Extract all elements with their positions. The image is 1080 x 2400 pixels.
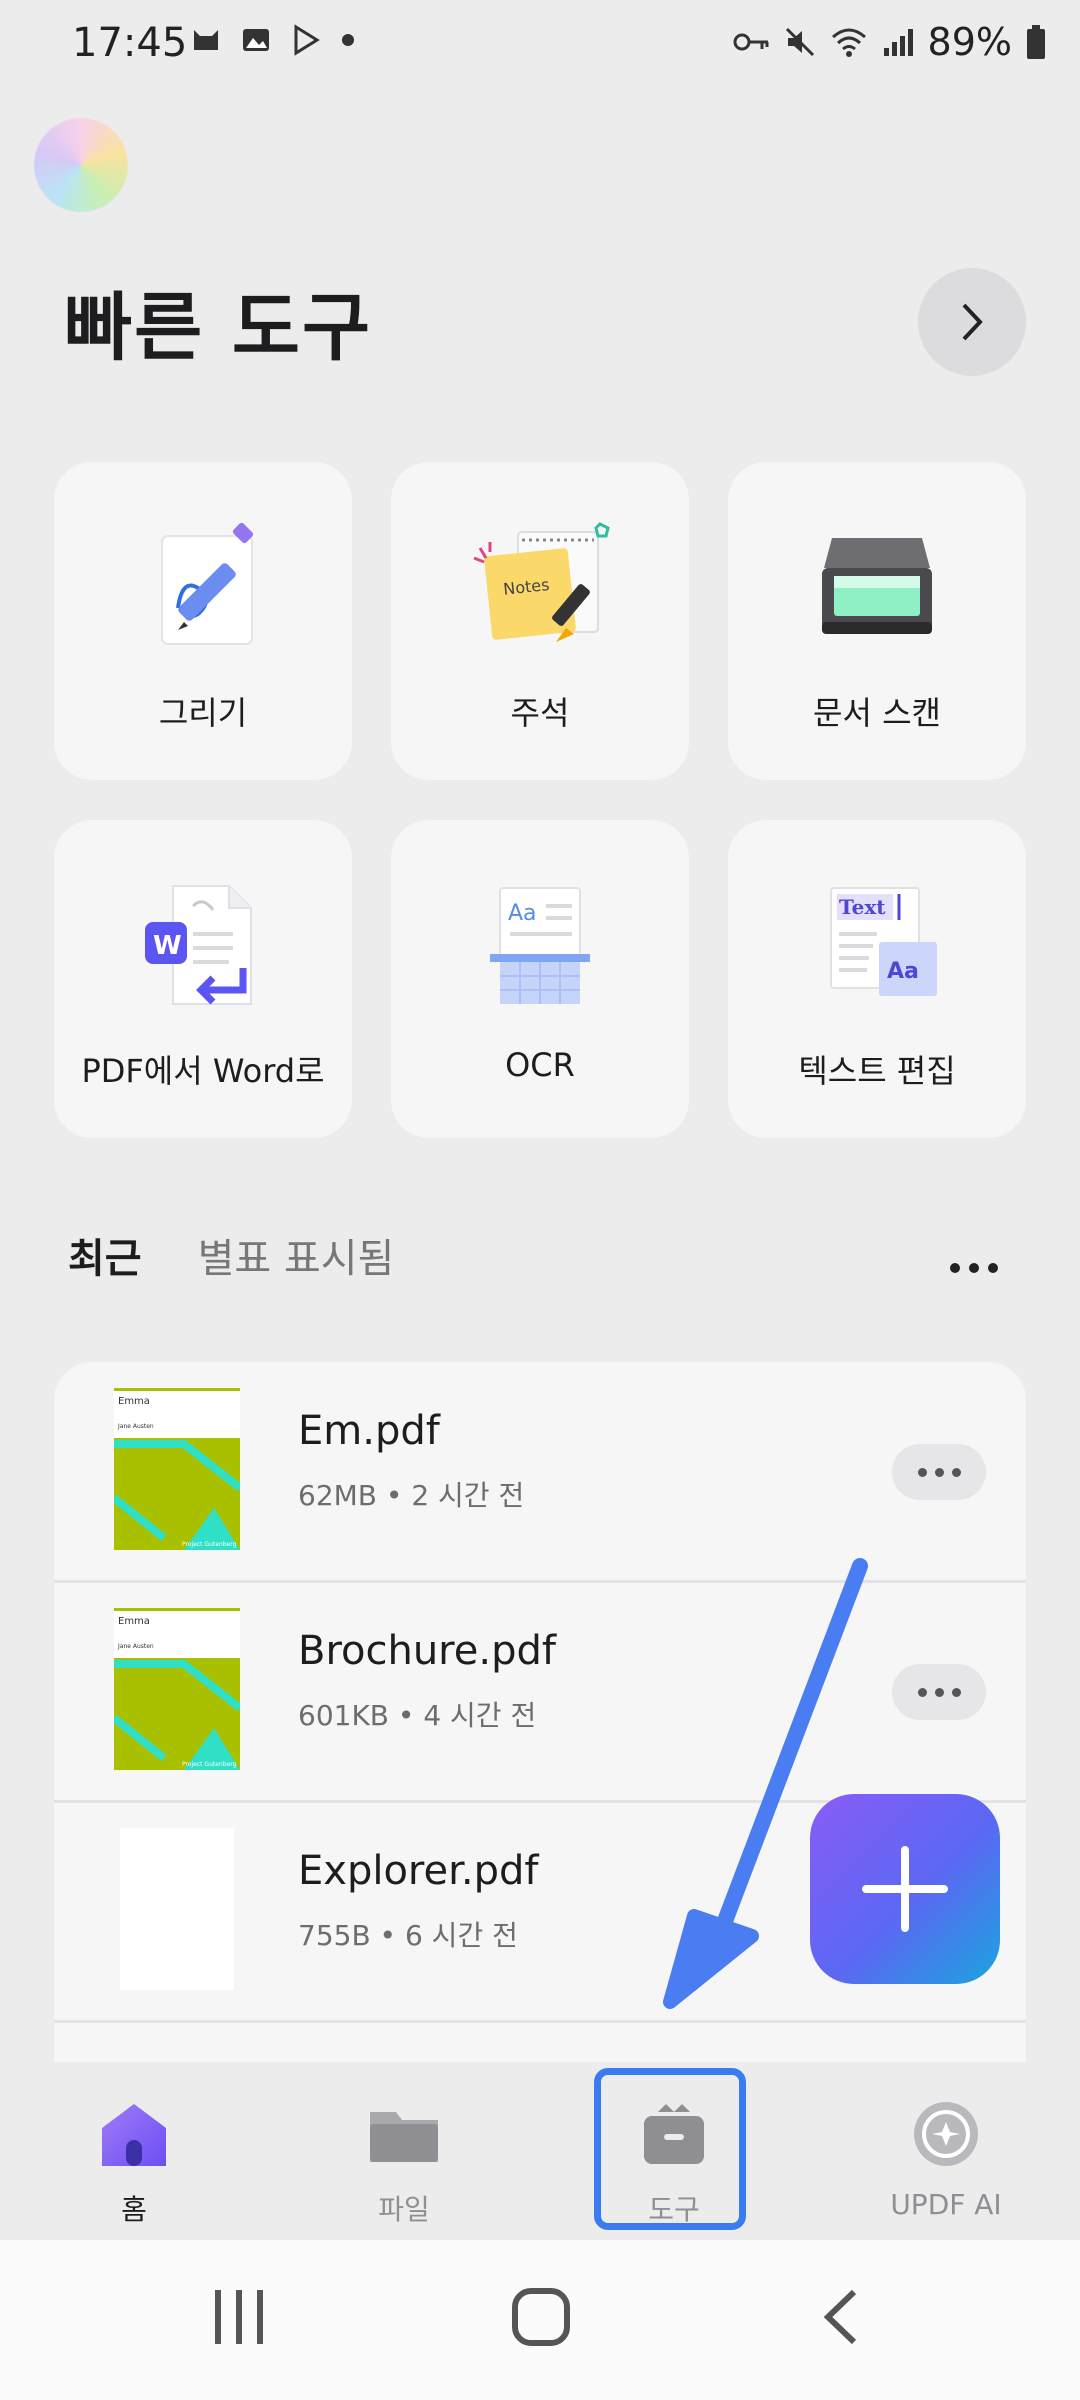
draw-icon (54, 518, 352, 648)
chevron-right-icon (962, 303, 983, 341)
tab-starred[interactable]: 별표 표시됨 (198, 1226, 395, 1284)
file-thumbnail: Emma Jane Austen Project Gutenberg (114, 1608, 240, 1770)
file-meta: 62MB • 2 시간 전 (298, 1479, 525, 1512)
gallery-icon (243, 29, 269, 51)
back-icon[interactable] (818, 2286, 862, 2348)
dot-icon (917, 1467, 927, 1477)
nav-label-home: 홈 (121, 2193, 147, 2226)
dot-icon (951, 1687, 961, 1697)
file-row[interactable]: Emma Jane Austen Project Gutenberg Em.pd… (54, 1362, 1026, 1583)
more-horizontal-icon (950, 1263, 998, 1273)
dot-icon (934, 1467, 944, 1477)
scanner-icon (728, 518, 1026, 648)
thumb-title: Emma (118, 1396, 150, 1407)
battery-percentage: 89% (927, 20, 1012, 64)
recent-apps-icon[interactable] (212, 2286, 266, 2348)
tool-card-ocr[interactable]: Aa OCR (391, 820, 689, 1138)
wifi-icon (831, 28, 866, 57)
file-thumbnail: Emma Jane Austen Project Gutenberg (114, 1388, 240, 1550)
tool-label-pdf-to-word: PDF에서 Word로 (81, 1052, 325, 1090)
cat-icon (194, 30, 218, 50)
add-fab-button[interactable] (810, 1794, 1000, 1984)
tool-card-pdf-to-word[interactable]: W PDF에서 Word로 (54, 820, 352, 1138)
recent-tabs: 최근 별표 표시됨 (68, 1226, 394, 1284)
file-name: Explorer.pdf (298, 1848, 539, 1894)
system-navigation-bar (0, 2240, 1080, 2400)
thumb-author: Jane Austen (117, 1423, 154, 1430)
vpn-key-icon (733, 33, 769, 51)
ai-icon (914, 2102, 978, 2166)
svg-text:Aa: Aa (887, 959, 919, 984)
folder-icon (370, 2112, 438, 2162)
status-bar: 17:45 89% (0, 0, 1080, 90)
svg-text:Aa: Aa (508, 901, 537, 926)
tool-label-annotation: 주석 (510, 694, 570, 732)
dot-icon (917, 1687, 927, 1697)
nav-label-files: 파일 (378, 2193, 430, 2226)
text-edit-icon: Text Aa (728, 876, 1026, 1006)
bottom-navigation: 홈 파일 도구 UPDF AI (0, 2062, 1080, 2240)
svg-text:W: W (153, 931, 182, 961)
pdf-to-word-icon: W (54, 876, 352, 1006)
mute-icon (785, 27, 814, 57)
play-store-icon (294, 24, 320, 56)
file-row[interactable]: Emma Jane Austen Project Gutenberg Broch… (54, 1582, 1026, 1803)
file-meta: 601KB • 4 시간 전 (298, 1699, 537, 1732)
file-name: Em.pdf (298, 1408, 440, 1454)
tab-recent[interactable]: 최근 (68, 1226, 142, 1284)
home-button-icon[interactable] (510, 2286, 572, 2348)
thumb-author: Jane Austen (117, 1643, 154, 1650)
status-system-icons: 89% (732, 20, 1046, 64)
home-icon (102, 2104, 166, 2166)
svg-text:Text: Text (839, 895, 886, 919)
file-name: Brochure.pdf (298, 1628, 556, 1674)
dot-icon (934, 1687, 944, 1697)
thumb-publisher: Project Gutenberg (182, 1761, 237, 1768)
tool-label-ocr: OCR (505, 1046, 575, 1084)
nav-label-ai: UPDF AI (890, 2188, 1002, 2221)
highlight-box (594, 2068, 746, 2230)
signal-icon (883, 29, 913, 56)
status-notification-icons (190, 24, 356, 56)
battery-icon (1027, 25, 1045, 59)
tool-label-text-edit: 텍스트 편집 (798, 1052, 956, 1090)
nav-item-ai[interactable]: UPDF AI (846, 2062, 1046, 2240)
quick-tools-title: 빠른 도구 (64, 285, 373, 371)
plus-icon (862, 1846, 948, 1932)
file-thumbnail (120, 1828, 234, 1990)
file-more-button[interactable] (892, 1664, 986, 1720)
nav-item-home[interactable]: 홈 (34, 2062, 234, 2240)
file-more-button[interactable] (892, 1444, 986, 1500)
tool-label-draw: 그리기 (158, 694, 248, 732)
dot-icon (342, 34, 354, 46)
avatar[interactable] (34, 118, 128, 212)
thumb-publisher: Project Gutenberg (182, 1541, 237, 1548)
tool-card-text-edit[interactable]: Text Aa 텍스트 편집 (728, 820, 1026, 1138)
thumb-title: Emma (118, 1616, 150, 1627)
tool-label-scan: 문서 스캔 (813, 694, 941, 732)
nav-item-files[interactable]: 파일 (304, 2062, 504, 2240)
dot-icon (951, 1467, 961, 1477)
status-time: 17:45 (72, 20, 188, 66)
annotation-icon: Notes (391, 518, 689, 648)
tool-card-annotation[interactable]: Notes 주석 (391, 462, 689, 780)
file-meta: 755B • 6 시간 전 (298, 1919, 518, 1952)
ocr-icon: Aa (391, 876, 689, 1006)
tool-card-scan[interactable]: 문서 스캔 (728, 462, 1026, 780)
quick-tools-more-button[interactable] (918, 268, 1026, 376)
recent-more-button[interactable] (948, 1260, 1000, 1279)
tool-card-draw[interactable]: 그리기 (54, 462, 352, 780)
